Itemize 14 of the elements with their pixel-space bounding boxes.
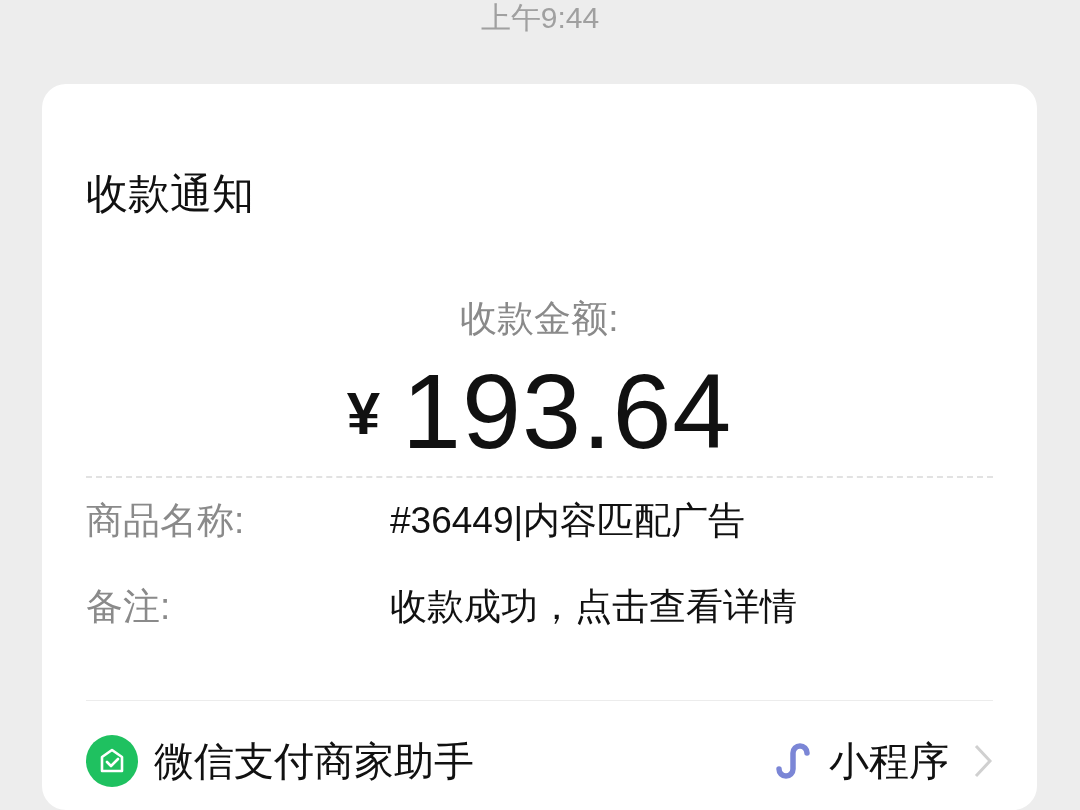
wallet-check-icon bbox=[86, 735, 138, 787]
currency-symbol: ¥ bbox=[346, 379, 381, 448]
card-title: 收款通知 bbox=[86, 169, 255, 219]
field-value: 收款成功，点击查看详情 bbox=[390, 585, 797, 629]
amount-label: 收款金额: bbox=[459, 297, 620, 341]
amount: 193.64 bbox=[402, 352, 733, 470]
merchant-assistant-name: 微信支付商家助手 bbox=[154, 737, 475, 785]
mini-program-label[interactable]: 小程序 bbox=[829, 733, 949, 789]
notification-card[interactable]: 收款通知 收款金额: ¥ 193.64 商品名称: #36449|内容匹配广告 备注: 收款成功，点击查看详情 微信支付商家助手 小程序 bbox=[42, 84, 1037, 810]
field-label: 备注: bbox=[86, 585, 172, 629]
field-value: #36449|内容匹配广告 bbox=[390, 499, 746, 543]
chevron-right-icon[interactable] bbox=[973, 743, 993, 779]
timestamp: 上午9:44 bbox=[480, 0, 600, 36]
field-label: 商品名称: bbox=[86, 499, 246, 543]
